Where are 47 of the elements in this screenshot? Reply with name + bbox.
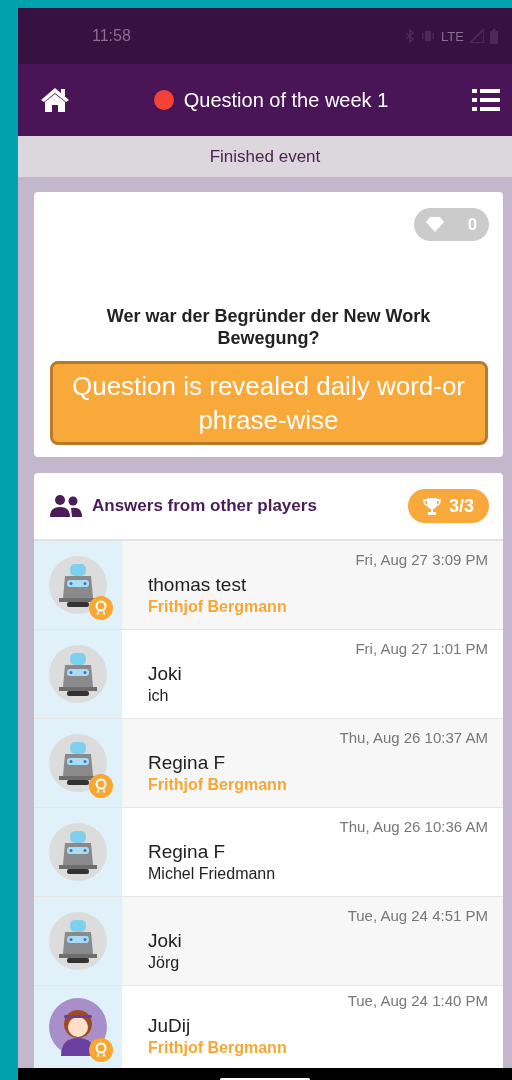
users-icon	[50, 495, 82, 517]
answer-text: Frithjof Bergmann	[148, 776, 288, 794]
answer-row[interactable]: Tue, Aug 24 1:40 PM JuDij Frithjof Bergmann	[34, 986, 503, 1068]
answer-time: Thu, Aug 26 10:37 AM	[339, 729, 488, 746]
list-icon[interactable]	[472, 89, 500, 111]
player-name: Regina F	[148, 752, 227, 774]
screen-title: Question of the week 1	[183, 88, 389, 112]
player-name: JuDij	[148, 1015, 192, 1037]
player-name: Joki	[148, 663, 183, 685]
robot-avatar-icon	[49, 645, 107, 703]
answer-time: Thu, Aug 26 10:36 AM	[339, 818, 488, 835]
vibrate-icon	[421, 30, 436, 42]
robot-avatar-icon	[49, 734, 107, 792]
robot-avatar-icon	[49, 912, 107, 970]
answer-time: Tue, Aug 24 1:40 PM	[347, 992, 488, 1009]
answer-row[interactable]: Tue, Aug 24 4:51 PM Joki Jörg	[34, 897, 503, 986]
status-time: 11:58	[92, 27, 132, 45]
battery-icon	[490, 28, 498, 44]
answer-text: Frithjof Bergmann	[148, 1039, 288, 1057]
answer-time: Tue, Aug 24 4:51 PM	[347, 907, 488, 924]
player-name: Regina F	[148, 841, 227, 863]
player-name: thomas test	[148, 574, 248, 596]
answer-row[interactable]: Thu, Aug 26 10:37 AM Regina F Frithjof Bergmann	[34, 719, 503, 808]
answer-text: Jörg	[148, 954, 181, 972]
score-count: 3/3	[448, 495, 474, 517]
event-status-banner: Finished event	[18, 136, 512, 177]
answer-text: Michel Friedmann	[148, 865, 277, 883]
diamond-icon	[425, 217, 444, 232]
player-name: Joki	[148, 930, 183, 952]
robot-avatar-icon	[49, 556, 107, 614]
trophy-icon	[422, 497, 441, 515]
answers-title: Answers from other players	[92, 496, 318, 516]
answer-text: Frithjof Bergmann	[148, 598, 288, 616]
figure-avatar-icon	[49, 998, 107, 1056]
answer-time: Fri, Aug 27 3:09 PM	[355, 551, 488, 568]
signal-icon	[470, 29, 484, 43]
bluetooth-icon	[405, 29, 416, 43]
annotation-callout: Question is revealed daily word-or phrase-wise	[49, 361, 488, 445]
answer-row[interactable]: Thu, Aug 26 10:36 AM Regina F Michel Friedmann	[34, 808, 503, 897]
robot-avatar-icon	[49, 823, 107, 881]
answer-time: Fri, Aug 27 1:01 PM	[355, 640, 488, 657]
question-text: Wer war der Begründer der New Work Bewegung?	[105, 305, 432, 349]
answer-row[interactable]: Fri, Aug 27 3:09 PM thomas test Frithjof Bergmann	[34, 541, 503, 630]
answer-row[interactable]: Fri, Aug 27 1:01 PM Joki ich	[34, 630, 503, 719]
home-icon[interactable]	[40, 87, 70, 113]
answer-text: ich	[148, 687, 170, 705]
network-label: LTE	[441, 28, 464, 44]
